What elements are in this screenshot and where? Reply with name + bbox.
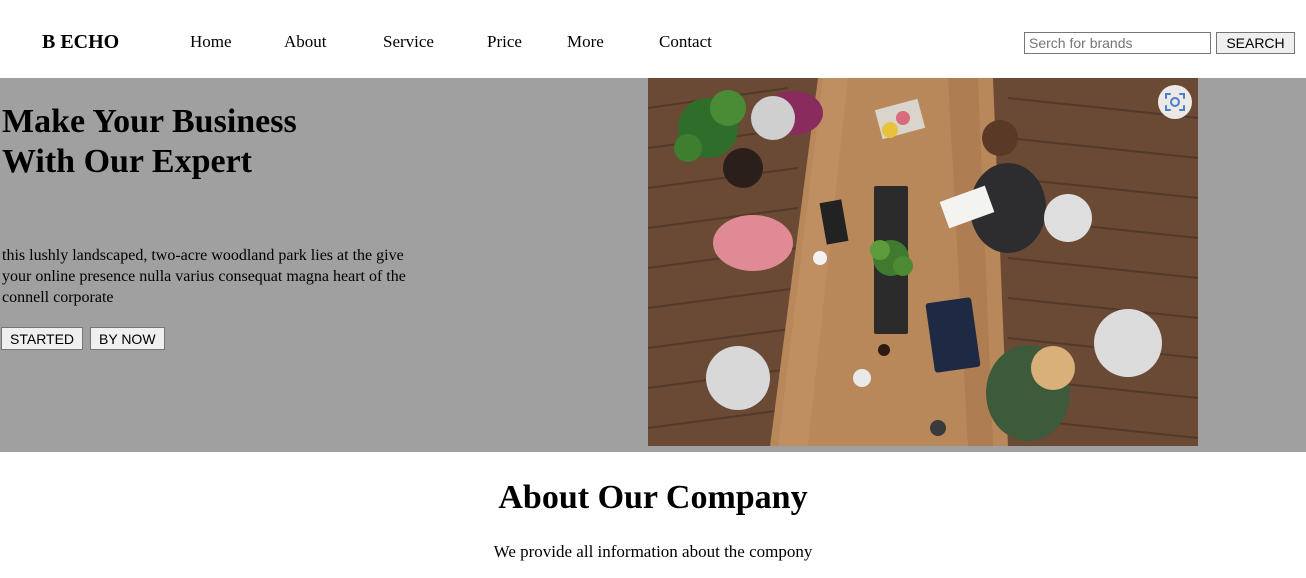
search-button[interactable]: SEARCH (1216, 32, 1295, 54)
hero-title: Make Your Business With Our Expert (2, 103, 297, 180)
buy-now-button[interactable]: BY NOW (90, 327, 165, 350)
hero-office-photo (648, 78, 1198, 446)
top-navbar: B ECHO Home About Service Price More Con… (0, 0, 1306, 78)
nav-contact[interactable]: Contact (659, 32, 712, 52)
nav-home[interactable]: Home (190, 32, 232, 52)
hero-description: this lushly landscaped, two-acre woodlan… (2, 247, 406, 306)
nav-about[interactable]: About (284, 32, 327, 52)
brand-logo[interactable]: B ECHO (42, 30, 119, 54)
started-button[interactable]: STARTED (1, 327, 84, 350)
about-subtitle: We provide all information about the com… (493, 542, 813, 561)
nav-service[interactable]: Service (383, 32, 434, 52)
about-title: About Our Company (498, 479, 808, 516)
visual-search-icon[interactable] (1158, 85, 1192, 119)
nav-more[interactable]: More (567, 32, 604, 52)
hero-section: Make Your Business With Our Expert this … (0, 78, 1306, 452)
nav-price[interactable]: Price (487, 32, 522, 52)
search-input[interactable] (1024, 32, 1211, 54)
